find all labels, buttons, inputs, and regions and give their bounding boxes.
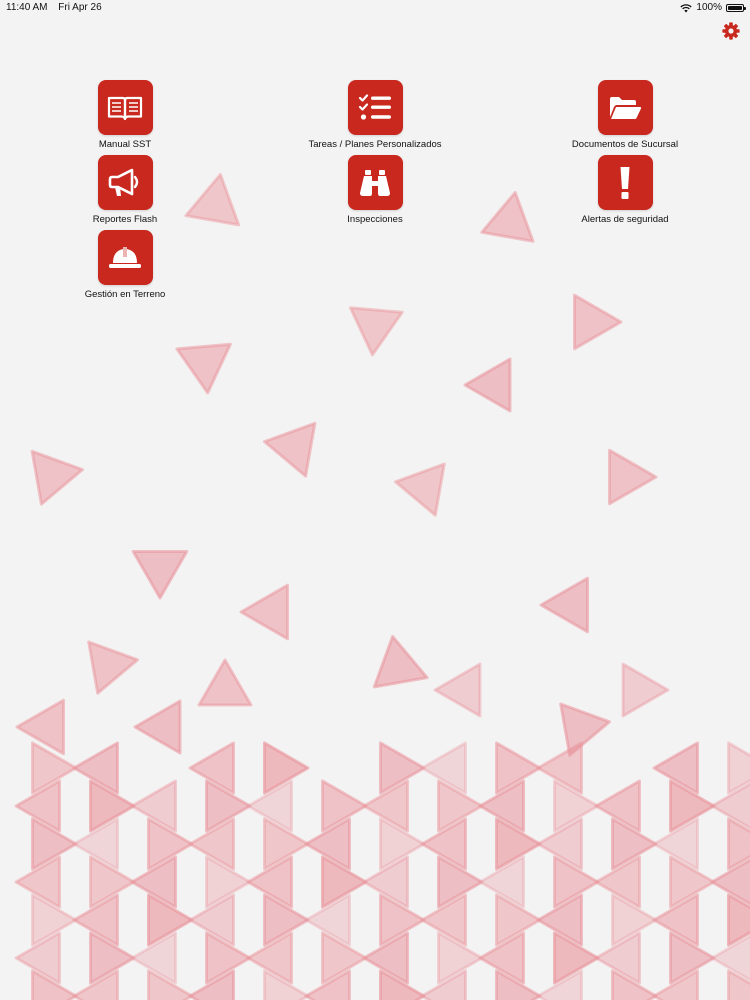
menu-item-label: Documentos de Sucursal — [571, 139, 679, 150]
menu-item-label: Alertas de seguridad — [581, 214, 669, 225]
menu-item-label: Reportes Flash — [92, 214, 158, 225]
battery-percentage: 100% — [696, 2, 722, 13]
book-icon — [107, 96, 143, 120]
binoculars-icon — [360, 169, 390, 196]
menu-item-label: Manual SST — [98, 139, 152, 150]
menu-item-label: Inspecciones — [347, 214, 403, 225]
inspecciones-tile-icon — [347, 155, 403, 210]
checklist-icon — [358, 93, 391, 120]
documentos-tile-icon — [597, 80, 653, 135]
background-triangle — [433, 662, 482, 718]
hard-hat-icon — [109, 246, 141, 268]
folder-icon — [610, 96, 642, 119]
menu-item-manual-sst[interactable]: Manual SST — [35, 80, 215, 151]
background-triangle — [348, 306, 404, 357]
battery-icon — [726, 4, 746, 12]
manual-sst-tile-icon — [97, 80, 153, 135]
gear-icon — [722, 22, 740, 40]
menu-item-reportes-flash[interactable]: Reportes Flash — [35, 155, 215, 226]
background-triangle — [573, 293, 623, 351]
gestion-tile-icon — [97, 230, 153, 285]
battery-level — [728, 6, 742, 10]
background-triangle — [539, 576, 589, 634]
menu-item-gestion-terreno[interactable]: Gestión en Terreno — [35, 230, 215, 301]
background-triangle — [175, 342, 232, 395]
background-triangle — [133, 699, 182, 755]
reportes-tile-icon — [97, 155, 153, 210]
background-triangle — [372, 635, 429, 689]
background-triangle — [87, 640, 139, 695]
menu-item-documentos-sucursal[interactable]: Documentos de Sucursal — [535, 80, 715, 151]
background-triangle — [480, 191, 535, 243]
background-triangle — [621, 662, 670, 718]
background-triangle — [131, 550, 189, 600]
status-bar: 11:40 AM Fri Apr 26 100% — [0, 0, 750, 16]
background-triangle — [608, 448, 658, 506]
settings-button[interactable] — [721, 21, 741, 41]
background-triangle — [463, 357, 512, 413]
exclamation-icon — [620, 166, 630, 199]
background-triangle — [394, 462, 446, 517]
tareas-tile-icon — [347, 80, 403, 135]
menu-item-inspecciones[interactable]: Inspecciones — [285, 155, 465, 226]
alertas-tile-icon — [597, 155, 653, 210]
menu-item-label: Tareas / Planes Personalizados — [308, 139, 442, 150]
status-date: Fri Apr 26 — [58, 2, 102, 13]
wifi-icon — [680, 3, 693, 12]
menu-item-alertas-seguridad[interactable]: Alertas de seguridad — [535, 155, 715, 226]
menu-item-tareas-planes[interactable]: Tareas / Planes Personalizados — [285, 80, 465, 151]
background-triangle — [559, 702, 611, 757]
background-triangle — [239, 583, 289, 641]
background-triangle — [197, 658, 253, 707]
megaphone-icon — [108, 168, 139, 196]
status-time: 11:40 AM — [6, 2, 48, 13]
menu-item-label: Gestión en Terreno — [84, 289, 166, 300]
background-triangle — [263, 421, 317, 478]
background-triangle — [30, 449, 84, 506]
